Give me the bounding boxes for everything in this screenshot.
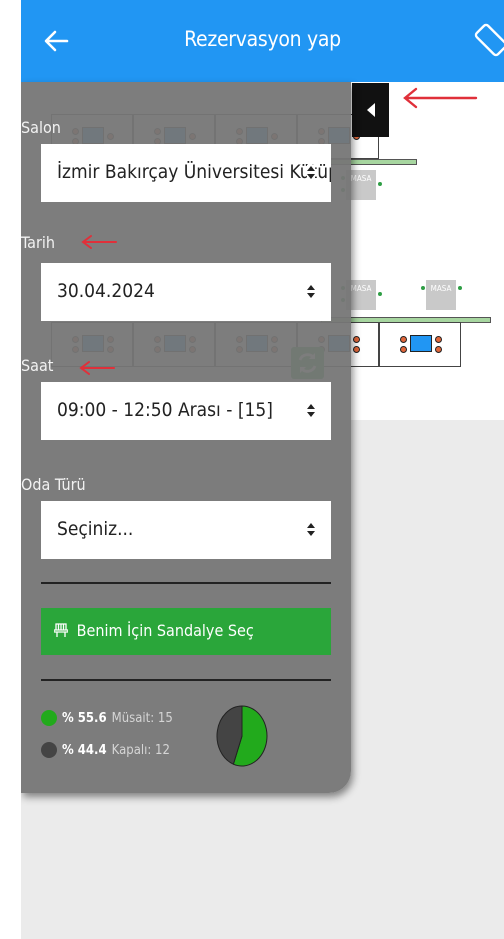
oda-turu-label: Oda Türü: [21, 475, 86, 494]
tarih-label: Tarih: [21, 233, 55, 252]
saat-select[interactable]: 09:00 - 12:50 Arası - [15]: [41, 382, 331, 440]
dark-dot-icon: [41, 742, 57, 758]
app-screen: Rezervasyon yap MASA MASA MASA Salon İzm…: [21, 0, 504, 939]
green-dot-icon: [41, 710, 57, 726]
divider: [41, 582, 331, 584]
top-app-bar: Rezervasyon yap: [21, 0, 504, 82]
chair-icon: [53, 623, 69, 637]
legend-musait: % 55.6 Müsait: 15: [41, 710, 173, 726]
tarih-value: 30.04.2024: [57, 280, 155, 302]
sort-caret-icon: [307, 285, 315, 298]
saat-label: Saat: [21, 356, 54, 375]
musait-count: Müsait: 15: [111, 710, 173, 726]
sort-caret-icon: [307, 523, 315, 536]
screen-rotation-icon[interactable]: [473, 22, 504, 58]
select-chair-label: Benim İçin Sandalye Seç: [76, 621, 254, 640]
annotation-arrow: [79, 361, 115, 375]
sort-caret-icon: [307, 404, 315, 417]
oda-turu-select[interactable]: Seçiniz...: [41, 501, 331, 559]
saat-value: 09:00 - 12:50 Arası - [15]: [57, 399, 273, 421]
salon-select[interactable]: İzmir Bakırçay Üniversitesi Kütüphanesi: [41, 144, 331, 202]
tarih-select[interactable]: 30.04.2024: [41, 263, 331, 321]
sort-caret-icon: [307, 165, 315, 180]
reservation-panel: Salon İzmir Bakırçay Üniversitesi Kütüph…: [21, 82, 351, 793]
legend-kapali: % 44.4 Kapalı: 12: [41, 742, 170, 758]
kapali-count: Kapalı: 12: [111, 742, 170, 758]
annotation-arrow: [403, 87, 478, 109]
caret-left-icon: [367, 103, 375, 117]
kapali-percent: % 44.4: [62, 742, 107, 758]
select-chair-button[interactable]: Benim İçin Sandalye Seç: [41, 608, 331, 655]
page-title: Rezervasyon yap: [184, 27, 341, 51]
divider: [41, 679, 331, 681]
room[interactable]: [379, 322, 461, 367]
annotation-arrow: [81, 235, 117, 249]
gray-desk[interactable]: MASA: [421, 280, 462, 310]
salon-value: İzmir Bakırçay Üniversitesi Kütüphanesi: [57, 161, 331, 183]
oda-turu-value: Seçiniz...: [57, 518, 134, 540]
salon-label: Salon: [21, 118, 61, 137]
collapse-panel-button[interactable]: [352, 83, 389, 137]
musait-percent: % 55.6: [62, 710, 107, 726]
availability-pie-chart: [216, 705, 268, 767]
